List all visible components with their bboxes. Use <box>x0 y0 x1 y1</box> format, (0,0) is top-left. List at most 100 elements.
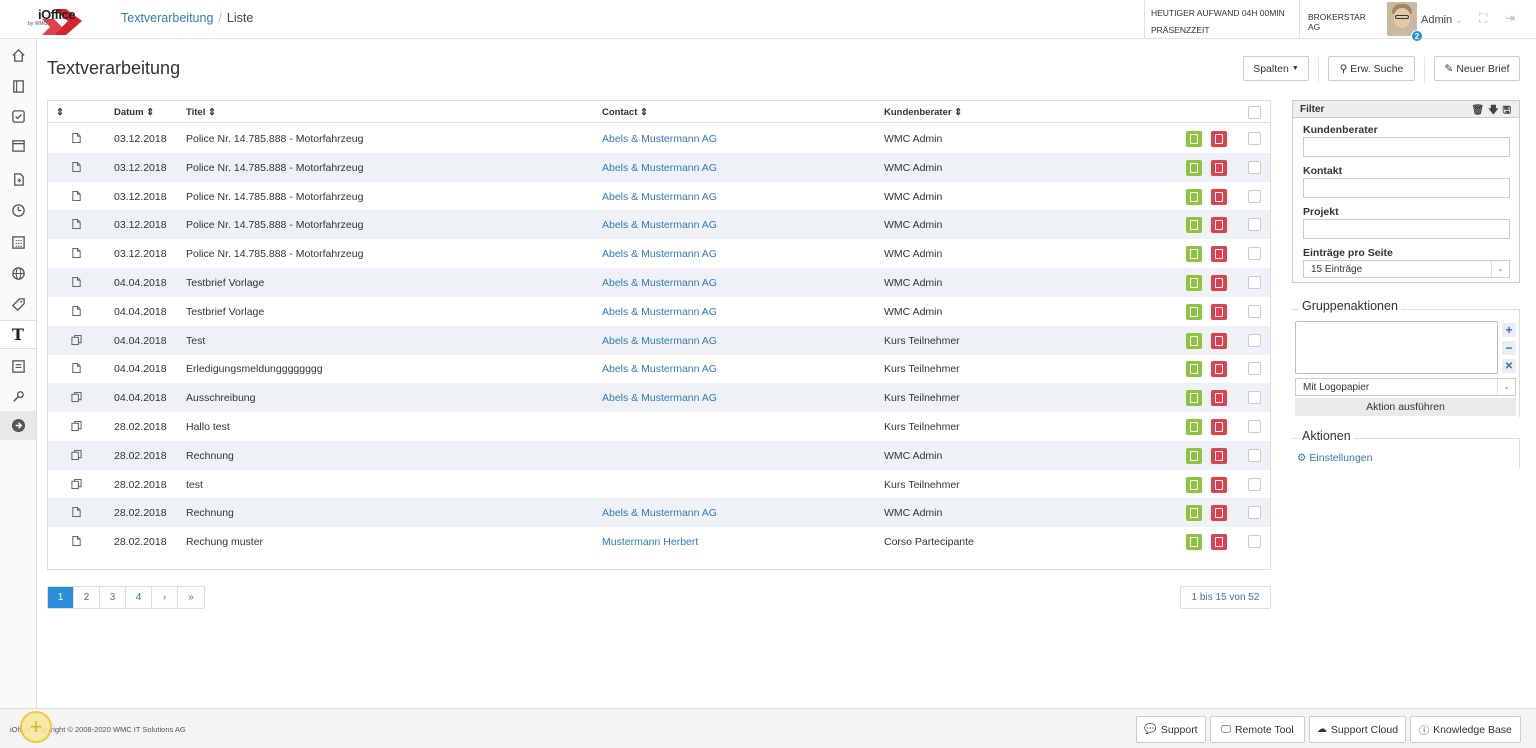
advanced-search-button[interactable]: ⚲ Erw. Suche <box>1328 56 1415 81</box>
title-cell[interactable]: Police Nr. 14.785.888 - Motorfahrzeug <box>186 191 363 203</box>
sidebar-item-tools[interactable] <box>0 382 36 411</box>
table-row[interactable]: 28.02.2018 Rechung muster Mustermann Herbe… <box>48 527 1270 556</box>
contact-link[interactable]: Abels & Mustermann AG <box>602 277 717 289</box>
pdf-icon[interactable] <box>1211 390 1227 407</box>
sidebar-item-tags[interactable] <box>0 290 36 319</box>
pdf-letterhead-icon[interactable] <box>1186 419 1202 435</box>
table-row[interactable]: 03.12.2018 Police Nr. 14.785.888 - Motorf… <box>48 124 1270 153</box>
pdf-icon[interactable] <box>1211 447 1227 464</box>
pdf-icon[interactable] <box>1211 217 1227 234</box>
title-cell[interactable]: Erledigungsmeldungggggggg <box>186 363 323 375</box>
app-logo[interactable]: iOffice by WMC <box>28 3 86 37</box>
contact-link[interactable]: Abels & Mustermann AG <box>602 392 717 404</box>
pdf-letterhead-icon[interactable] <box>1186 217 1202 234</box>
pdf-icon[interactable] <box>1211 534 1227 551</box>
breadcrumb-link[interactable]: Textverarbeitung <box>121 11 213 25</box>
save-icon[interactable]: 🖫 <box>1502 105 1515 116</box>
new-letter-button[interactable]: ✎ Neuer Brief <box>1434 56 1520 81</box>
close-icon[interactable]: ✕ <box>1502 359 1516 373</box>
pdf-icon[interactable] <box>1211 419 1227 435</box>
table-row[interactable]: 03.12.2018 Police Nr. 14.785.888 - Motorf… <box>48 210 1270 240</box>
sort-column-header[interactable]: ⇕ <box>56 107 64 118</box>
support-cloud-button[interactable]: ☁ Support Cloud <box>1309 716 1406 743</box>
fullscreen-icon[interactable]: ⛶ <box>1479 11 1487 26</box>
pdf-letterhead-icon[interactable] <box>1186 303 1202 320</box>
pdf-letterhead-icon[interactable] <box>1186 332 1202 349</box>
contact-link[interactable]: Abels & Mustermann AG <box>602 248 717 260</box>
advisor-column-header[interactable]: Kundenberater ⇕ <box>884 107 962 118</box>
row-checkbox[interactable] <box>1248 535 1261 549</box>
advisor-filter-input[interactable] <box>1303 137 1510 157</box>
user-menu[interactable]: 2 Admin ⌄ ⛶ ⇥ <box>1384 0 1536 42</box>
per-page-select[interactable]: 15 Einträge ⌄ <box>1303 260 1510 278</box>
table-row[interactable]: 28.02.2018 test Kurs Teilnehmer <box>48 470 1270 499</box>
trash-icon[interactable]: 🗑 <box>1471 105 1488 116</box>
pdf-icon[interactable] <box>1211 159 1227 176</box>
pdf-letterhead-icon[interactable] <box>1186 246 1202 263</box>
title-cell[interactable]: Police Nr. 14.785.888 - Motorfahrzeug <box>186 248 363 260</box>
pdf-letterhead-icon[interactable] <box>1186 390 1202 407</box>
project-filter-input[interactable] <box>1303 219 1510 239</box>
support-button[interactable]: 💬 Support <box>1136 716 1206 743</box>
title-cell[interactable]: Testbrief Vorlage <box>186 277 264 289</box>
table-row[interactable]: 04.04.2018 Erledigungsmeldungggggggg Abels… <box>48 354 1270 383</box>
row-checkbox[interactable] <box>1248 304 1261 318</box>
effort-display[interactable]: HEUTIGER AUFWAND 04H 00MIN PRÄSENZZEIT <box>1144 0 1299 39</box>
pdf-icon[interactable] <box>1211 505 1227 522</box>
title-cell[interactable]: Ausschreibung <box>186 392 255 404</box>
row-checkbox[interactable] <box>1248 420 1261 433</box>
execute-action-button[interactable]: Aktion ausführen <box>1295 398 1516 416</box>
notification-badge[interactable]: 2 <box>1411 30 1423 42</box>
contact-link[interactable]: Abels & Mustermann AG <box>602 306 717 318</box>
pdf-icon[interactable] <box>1211 131 1227 147</box>
contact-link[interactable]: Abels & Mustermann AG <box>602 133 717 145</box>
contact-link[interactable]: Abels & Mustermann AG <box>602 363 717 375</box>
table-row[interactable]: 04.04.2018 Test Abels & Mustermann AG Kurs … <box>48 325 1270 355</box>
page-link[interactable]: 3 <box>100 587 126 608</box>
user-name[interactable]: Admin ⌄ <box>1421 14 1463 26</box>
row-checkbox[interactable] <box>1248 477 1261 491</box>
pdf-letterhead-icon[interactable] <box>1186 131 1202 147</box>
pdf-letterhead-icon[interactable] <box>1186 505 1202 522</box>
title-cell[interactable]: Testbrief Vorlage <box>186 306 264 318</box>
table-row[interactable]: 28.02.2018 Rechnung WMC Admin <box>48 440 1270 470</box>
row-checkbox[interactable] <box>1248 391 1261 405</box>
add-icon[interactable]: + <box>1502 323 1516 337</box>
pdf-letterhead-icon[interactable] <box>1186 188 1202 205</box>
table-row[interactable]: 03.12.2018 Police Nr. 14.785.888 - Motorf… <box>48 239 1270 268</box>
contact-link[interactable]: Abels & Mustermann AG <box>602 191 717 203</box>
sidebar-item-home[interactable] <box>0 41 36 70</box>
remote-tool-button[interactable]: 🖵 Remote Tool <box>1210 716 1305 743</box>
sidebar-item-tasks[interactable] <box>0 102 36 131</box>
columns-button[interactable]: Spalten ▼ <box>1243 56 1309 81</box>
sidebar-item-time[interactable] <box>0 196 36 225</box>
table-row[interactable]: 28.02.2018 Hallo test Kurs Teilnehmer <box>48 412 1270 441</box>
sidebar-item-documents[interactable] <box>0 165 36 194</box>
row-checkbox[interactable] <box>1248 218 1261 232</box>
pdf-icon[interactable] <box>1211 476 1227 493</box>
group-actions-list[interactable] <box>1295 321 1498 374</box>
contact-link[interactable]: Abels & Mustermann AG <box>602 219 717 231</box>
sidebar-item-expand[interactable] <box>0 411 36 440</box>
row-checkbox[interactable] <box>1248 506 1261 520</box>
row-checkbox[interactable] <box>1248 247 1261 261</box>
sidebar-item-forms[interactable] <box>0 352 36 381</box>
sidebar-item-web[interactable] <box>0 259 36 288</box>
pdf-letterhead-icon[interactable] <box>1186 361 1202 378</box>
row-checkbox[interactable] <box>1248 189 1261 203</box>
remove-icon[interactable]: − <box>1502 341 1516 355</box>
title-cell[interactable]: Police Nr. 14.785.888 - Motorfahrzeug <box>186 162 363 174</box>
page-link[interactable]: 1 <box>48 587 74 608</box>
logout-icon[interactable]: ⇥ <box>1505 11 1515 25</box>
row-checkbox[interactable] <box>1248 276 1261 289</box>
contact-column-header[interactable]: Contact ⇕ <box>602 107 648 118</box>
knowledge-base-button[interactable]: ⓘ Knowledge Base <box>1410 716 1521 743</box>
pdf-icon[interactable] <box>1211 361 1227 378</box>
quick-add-button[interactable]: + <box>20 711 52 743</box>
pdf-letterhead-icon[interactable] <box>1186 447 1202 464</box>
pdf-letterhead-icon[interactable] <box>1186 534 1202 551</box>
title-cell[interactable]: Rechung muster <box>186 536 263 548</box>
row-checkbox[interactable] <box>1248 160 1261 174</box>
arrow-down-icon[interactable]: 🡇 <box>1488 105 1502 116</box>
row-checkbox[interactable] <box>1248 132 1261 145</box>
